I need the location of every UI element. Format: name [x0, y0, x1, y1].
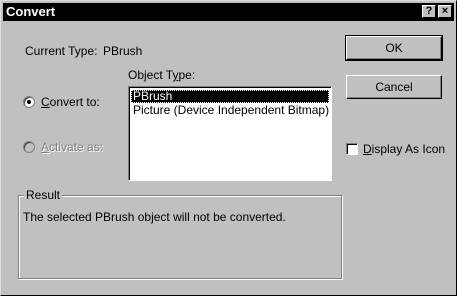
convert-to-label[interactable]: Convert to:: [41, 95, 100, 109]
object-type-label-suffix: pe:: [178, 68, 196, 82]
list-item-picture-dib[interactable]: Picture (Device Independent Bitmap): [131, 104, 329, 117]
object-type-label-prefix: Object T: [128, 68, 173, 82]
convert-to-radio[interactable]: [23, 96, 35, 108]
display-as-icon-checkbox[interactable]: [346, 143, 358, 155]
close-button[interactable]: ×: [438, 5, 452, 18]
display-as-icon-mnemonic: D: [363, 142, 372, 156]
window-title: Convert: [6, 4, 56, 19]
convert-dialog: Convert ? × Current Type: PBrush Object …: [0, 0, 457, 296]
activate-as-label: Activate as:: [41, 140, 103, 154]
current-type-value: PBrush: [103, 44, 143, 58]
display-as-icon-label[interactable]: Display As Icon: [363, 142, 445, 156]
object-type-label: Object Type:: [128, 68, 195, 82]
cancel-button[interactable]: Cancel: [346, 75, 442, 99]
title-bar[interactable]: Convert ? ×: [3, 3, 454, 21]
activate-as-rest: ctivate as:: [49, 140, 104, 154]
list-item-pbrush[interactable]: PBrush: [131, 90, 329, 103]
object-type-listbox[interactable]: PBrush Picture (Device Independent Bitma…: [128, 86, 332, 181]
activate-as-radio: [23, 141, 35, 153]
result-text: The selected PBrush object will not be c…: [23, 210, 286, 224]
display-as-icon-rest: isplay As Icon: [371, 142, 446, 156]
activate-as-mnemonic: A: [41, 140, 50, 154]
result-groupbox: [18, 195, 342, 279]
convert-to-mnemonic: C: [41, 95, 50, 109]
current-type-label: Current Type:: [25, 44, 98, 58]
help-button[interactable]: ?: [422, 5, 436, 18]
ok-button[interactable]: OK: [345, 35, 443, 61]
result-group-title: Result: [24, 188, 63, 202]
radio-selected-dot: [27, 100, 31, 104]
convert-to-rest: onvert to:: [49, 95, 100, 109]
